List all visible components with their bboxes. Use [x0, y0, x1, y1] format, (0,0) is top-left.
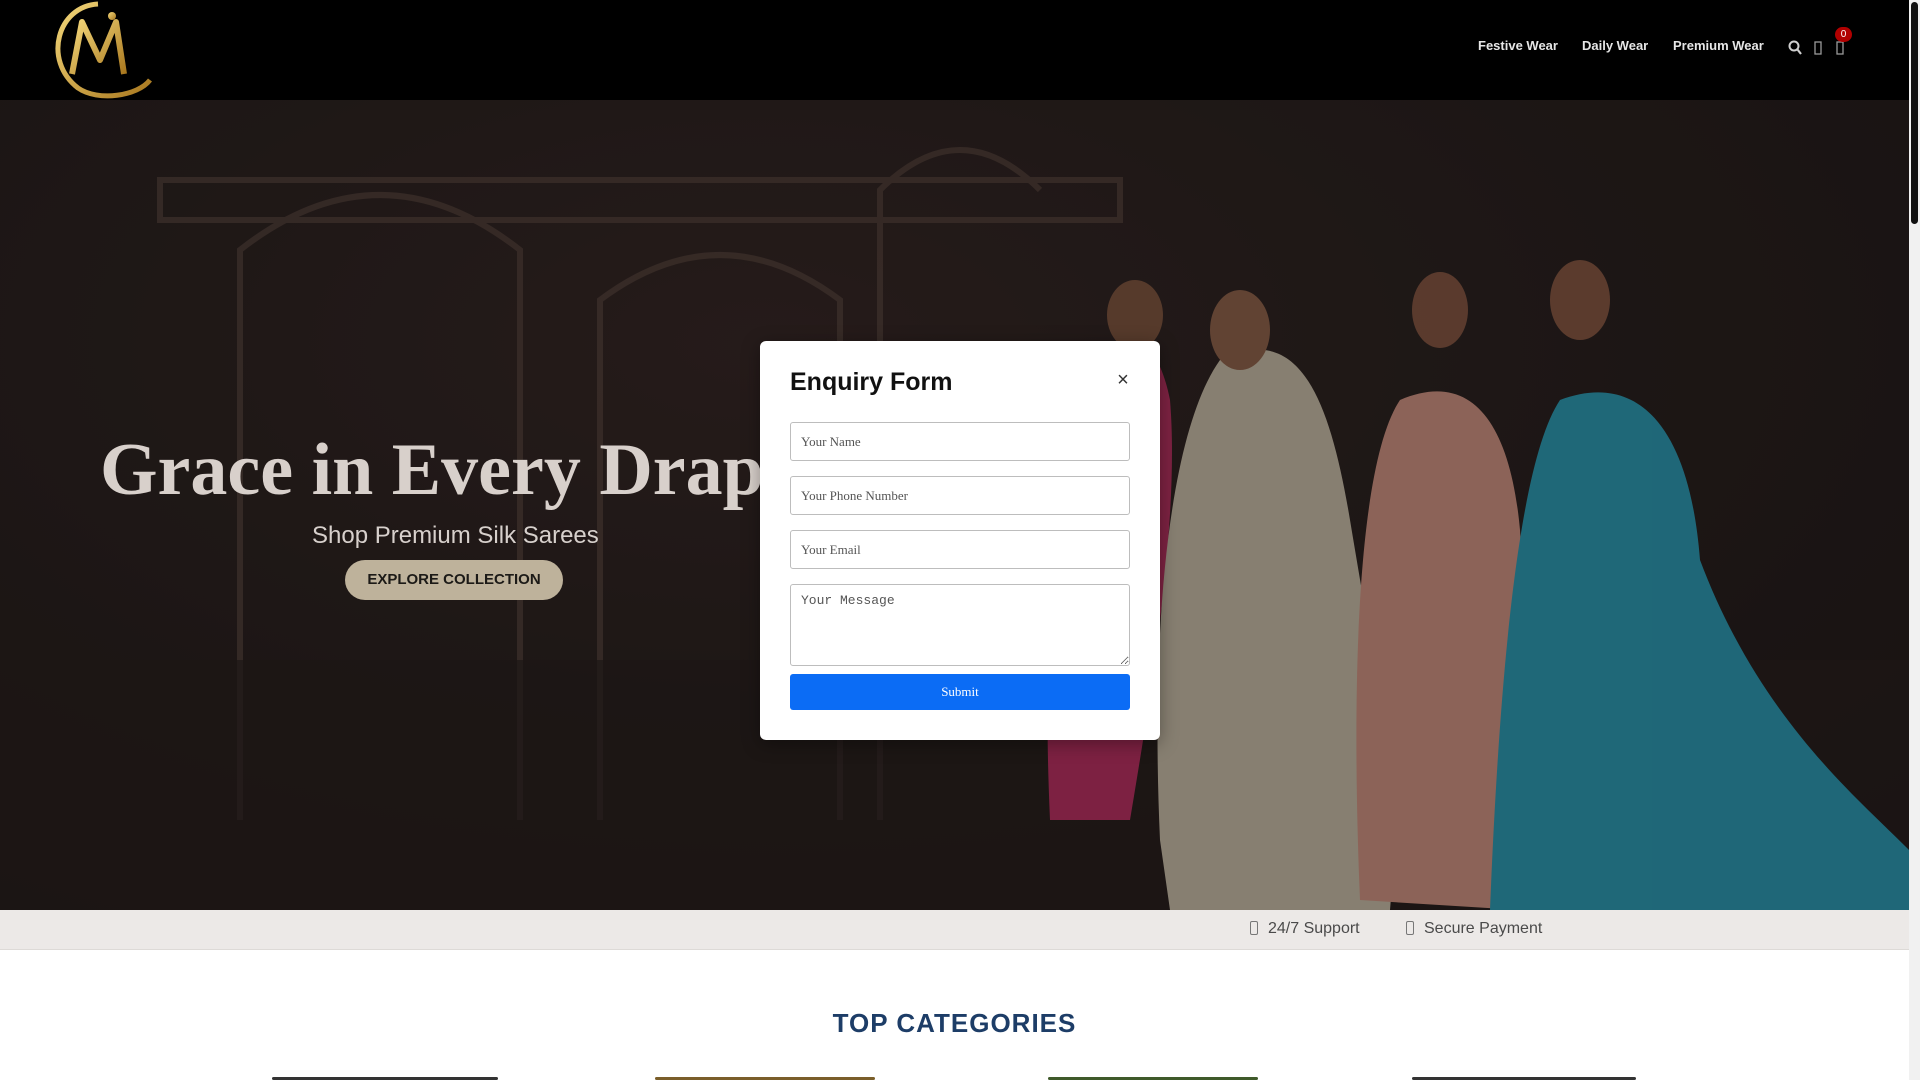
user-icon[interactable] [1812, 40, 1826, 56]
feature-secure-payment-label: Secure Payment [1424, 920, 1543, 937]
submit-button[interactable]: Submit [790, 674, 1130, 710]
headset-icon [1250, 921, 1258, 935]
feature-support: 24/7 Support [1250, 920, 1360, 938]
hero-subtitle: Shop Premium Silk Sarees [312, 522, 599, 549]
enquiry-form-modal: Enquiry Form × Submit [760, 341, 1160, 740]
hero-title: Grace in Every Drap [100, 429, 764, 511]
feature-support-label: 24/7 Support [1268, 920, 1360, 937]
email-field[interactable] [790, 530, 1130, 569]
phone-field[interactable] [790, 476, 1130, 515]
nav-daily-wear[interactable]: Daily Wear [1582, 38, 1648, 53]
search-icon[interactable] [1788, 40, 1802, 56]
nav-festive-wear[interactable]: Festive Wear [1478, 38, 1558, 53]
cart-count-badge: 0 [1835, 27, 1852, 42]
scrollbar-thumb[interactable] [1911, 2, 1918, 224]
brand-logo[interactable] [38, 0, 156, 100]
lock-icon [1406, 921, 1414, 935]
site-header: Festive Wear Daily Wear Premium Wear 0 [0, 0, 1909, 100]
feature-secure-payment: Secure Payment [1406, 920, 1542, 938]
modal-title: Enquiry Form [790, 368, 953, 396]
top-categories-heading: TOP CATEGORIES [832, 1008, 1077, 1038]
name-field[interactable] [790, 422, 1130, 461]
close-icon[interactable]: × [1115, 370, 1131, 390]
page-scrollbar[interactable] [1909, 0, 1920, 1080]
feature-strip: 24/7 Support Secure Payment [0, 910, 1909, 950]
message-field[interactable] [790, 584, 1130, 666]
nav-premium-wear[interactable]: Premium Wear [1673, 38, 1764, 53]
explore-collection-button[interactable]: EXPLORE COLLECTION [345, 560, 563, 600]
cart-icon[interactable] [1834, 40, 1848, 56]
